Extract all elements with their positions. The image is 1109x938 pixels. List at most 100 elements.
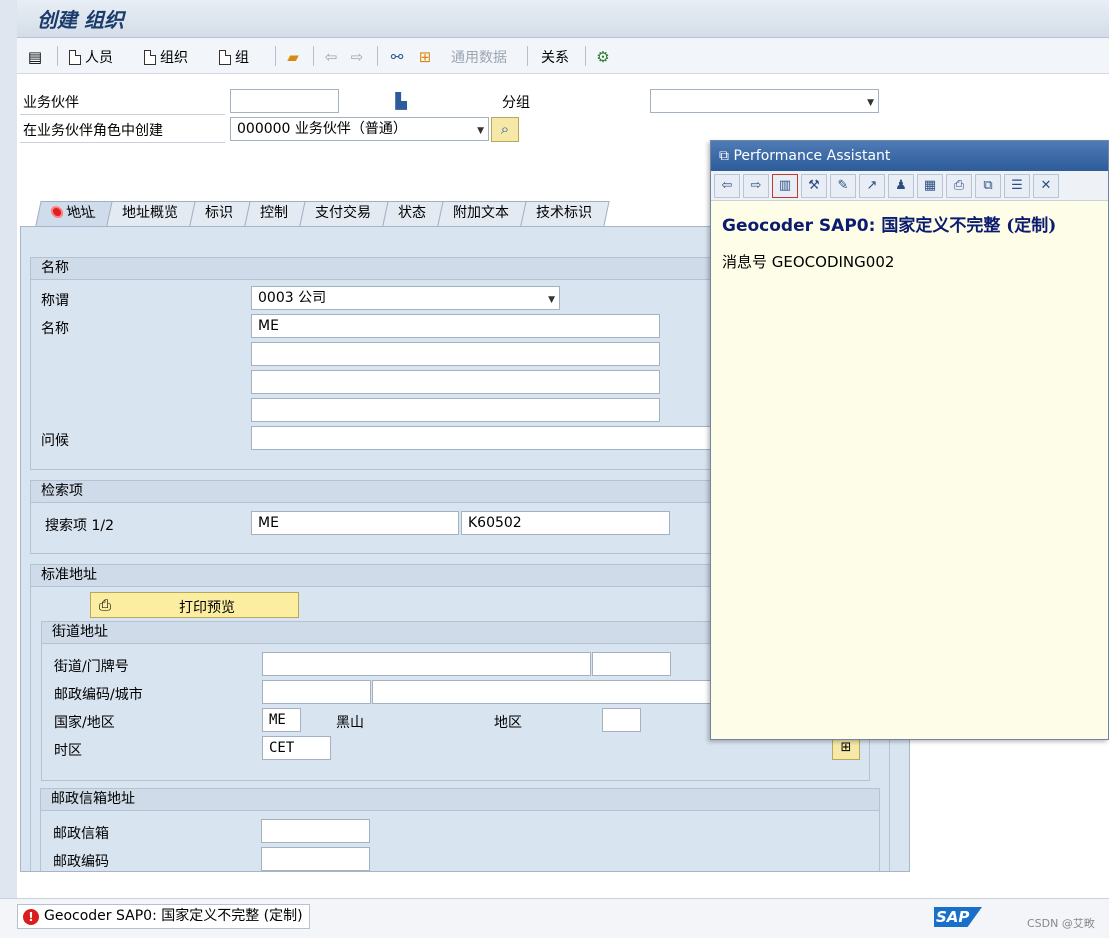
link-icon: ↗	[866, 177, 878, 193]
pa-window-button[interactable]: ⧉	[975, 173, 1001, 198]
salutation-dropdown[interactable]: 0003 公司	[251, 286, 560, 310]
create-group-label: 组	[235, 50, 249, 66]
tab-address[interactable]: 地址	[35, 201, 113, 226]
list-window-icon: ▤	[27, 48, 43, 66]
city-input[interactable]	[372, 680, 712, 704]
pa-forward-button[interactable]: ⇨	[743, 173, 769, 198]
role-search-button[interactable]: ⌕	[491, 117, 519, 142]
search-term-2-input[interactable]: K60502	[461, 511, 670, 535]
relations-button[interactable]: 关系	[541, 46, 569, 68]
tab-label: 控制	[260, 205, 288, 221]
pa-user-button[interactable]: ♟	[888, 173, 914, 198]
where-used-button[interactable]: ⚯	[387, 46, 407, 68]
tab-status[interactable]: 状态	[382, 201, 444, 226]
status-message-text: Geocoder SAP0: 国家定义不完整 (定制)	[44, 908, 303, 924]
tab-identification[interactable]: 标识	[189, 201, 251, 226]
pa-print-button[interactable]: ⎙	[946, 173, 972, 198]
forward-button[interactable]: ⇨	[347, 46, 367, 68]
tab-technical-id[interactable]: 技术标识	[520, 201, 610, 226]
status-message[interactable]: ! Geocoder SAP0: 国家定义不完整 (定制)	[17, 904, 310, 929]
print-preview-button[interactable]: ⎙ 打印预览	[90, 592, 299, 618]
document-icon	[144, 49, 156, 65]
back-button[interactable]: ⇦	[321, 46, 341, 68]
close-icon: ✕	[1040, 177, 1052, 193]
timezone-label: 时区	[54, 743, 82, 759]
create-person-label: 人员	[85, 50, 113, 66]
po-postal-input[interactable]	[261, 847, 370, 871]
house-number-input[interactable]	[592, 652, 671, 676]
search-term-1-input[interactable]: ME	[251, 511, 459, 535]
user-settings-icon: ⚙	[596, 48, 610, 66]
toolbar-separator	[313, 46, 314, 66]
tab-control[interactable]: 控制	[244, 201, 306, 226]
name-label: 名称	[41, 321, 69, 337]
po-box-input[interactable]	[261, 819, 370, 843]
watermark-text: CSDN @艾畋	[1027, 917, 1095, 930]
tab-address-label: 地址	[65, 205, 97, 221]
performance-assistant-titlebar[interactable]: ⧉ Performance Assistant	[711, 141, 1108, 171]
timezone-input[interactable]: CET	[262, 736, 331, 760]
left-edge-bar	[0, 0, 17, 938]
tab-label: 状态	[398, 205, 426, 221]
create-person-button[interactable]: 人员	[69, 46, 113, 68]
document-icon	[69, 49, 81, 65]
error-icon: !	[23, 909, 39, 925]
pa-close-button[interactable]: ✕	[1033, 173, 1059, 198]
sap-logo: SAP	[934, 907, 982, 927]
name-line-3-input[interactable]	[251, 370, 660, 394]
layout-icon: ▦	[923, 177, 937, 193]
general-data-button[interactable]: 通用数据	[451, 46, 507, 68]
pa-layout-button[interactable]: ▦	[917, 173, 943, 198]
bp-number-input[interactable]	[230, 89, 339, 113]
user-settings-button[interactable]: ⚙	[593, 46, 613, 68]
performance-assistant-window: ⧉ Performance Assistant ⇦ ⇨ ▥ ⚒ ✎ ↗ ♟ ▦ …	[710, 140, 1109, 740]
toolbar-separator	[527, 46, 528, 66]
create-organization-button[interactable]: 组织	[144, 46, 188, 68]
role-label: 在业务伙伴角色中创建	[23, 123, 163, 139]
pa-book-button[interactable]: ▥	[772, 173, 798, 198]
heading-text: 国家定义不完整 (定制)	[875, 216, 1057, 236]
open-button[interactable]: ▰	[283, 46, 303, 68]
tab-additional-text[interactable]: 附加文本	[437, 201, 527, 226]
arrow-right-icon: ⇨	[350, 48, 364, 66]
hierarchy-button[interactable]: ⊞	[415, 46, 435, 68]
tab-label: 技术标识	[536, 205, 592, 221]
country-name: 黑山	[336, 715, 364, 731]
tab-label: 地址概览	[122, 205, 178, 221]
group-title: 邮政信箱地址	[41, 789, 879, 811]
pa-back-button[interactable]: ⇦	[714, 173, 740, 198]
name-line-1-input[interactable]: ME	[251, 314, 660, 338]
toolbar-separator	[377, 46, 378, 66]
name-line-4-input[interactable]	[251, 398, 660, 422]
tab-label: 附加文本	[453, 205, 509, 221]
street-label: 街道/门牌号	[54, 659, 129, 675]
pa-list-button[interactable]: ☰	[1004, 173, 1030, 198]
grouping-dropdown[interactable]	[650, 89, 879, 113]
greeting-input[interactable]	[251, 426, 721, 450]
region-input[interactable]	[602, 708, 641, 732]
pa-edit-button[interactable]: ✎	[830, 173, 856, 198]
toggle-overview-button[interactable]: ▤	[25, 46, 45, 68]
country-input[interactable]: ME	[262, 708, 301, 732]
message-number: 消息号 GEOCODING002	[722, 253, 895, 271]
heading-prefix: Geocoder SAP0:	[722, 216, 876, 236]
field-underline	[20, 114, 225, 115]
postal-code-input[interactable]	[262, 680, 371, 704]
tab-address-overview[interactable]: 地址概览	[106, 201, 196, 226]
tab-strip: 地址 地址概览 标识 控制 支付交易 状态 附加文本 技术标识	[35, 201, 610, 226]
pa-technical-info-button[interactable]: ⚒	[801, 173, 827, 198]
create-group-button[interactable]: 组	[219, 46, 249, 68]
name-line-2-input[interactable]	[251, 342, 660, 366]
hierarchy-icon: ⊞	[418, 48, 432, 66]
document-icon	[219, 49, 231, 65]
performance-assistant-title: Performance Assistant	[733, 148, 891, 164]
po-box-group: 邮政信箱地址 邮政信箱 邮政编码	[40, 788, 880, 871]
region-label: 地区	[494, 715, 522, 731]
street-input[interactable]	[262, 652, 591, 676]
pa-link-button[interactable]: ↗	[859, 173, 885, 198]
general-data-label: 通用数据	[451, 50, 507, 66]
country-label: 国家/地区	[54, 715, 115, 731]
role-dropdown[interactable]: 000000 业务伙伴（普通）	[230, 117, 489, 141]
window-icon: ⧉	[719, 148, 729, 164]
tab-payment-transactions[interactable]: 支付交易	[299, 201, 389, 226]
